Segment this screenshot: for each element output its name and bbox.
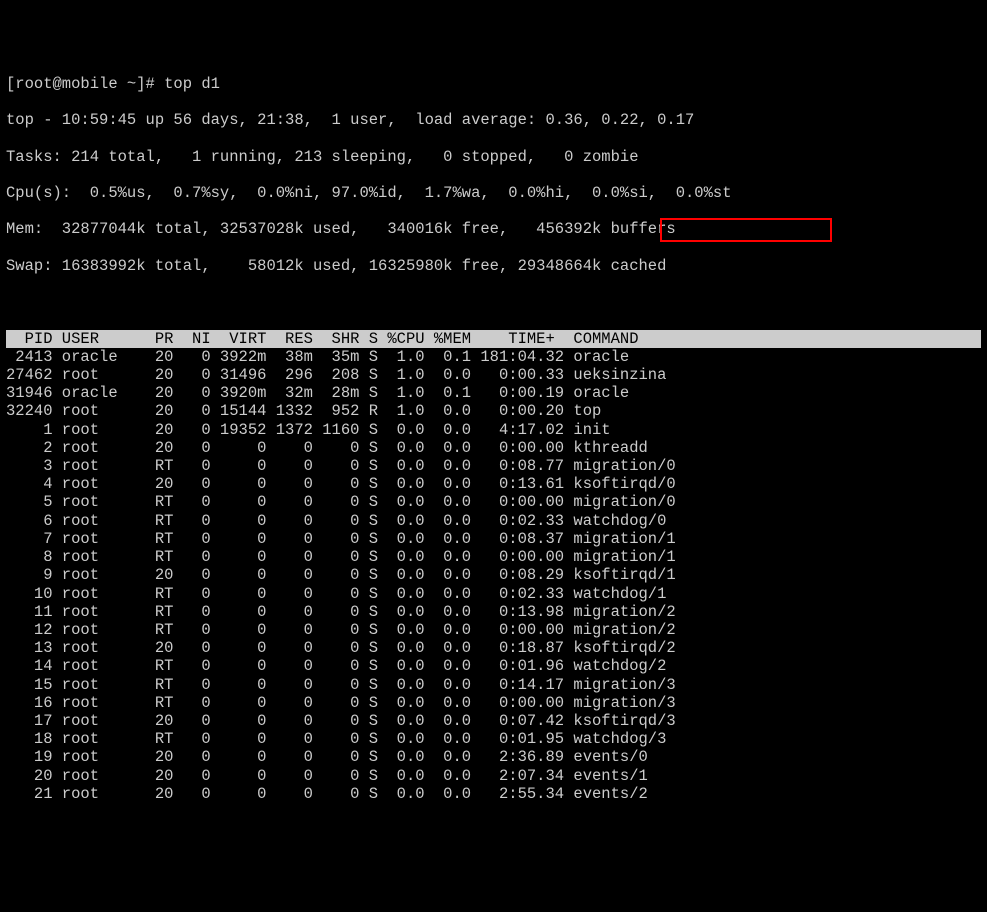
process-row: 5 root RT 0 0 0 0 S 0.0 0.0 0:00.00 migr… — [6, 493, 987, 511]
process-row: 17 root 20 0 0 0 0 S 0.0 0.0 0:07.42 kso… — [6, 712, 987, 730]
process-row: 4 root 20 0 0 0 0 S 0.0 0.0 0:13.61 ksof… — [6, 475, 987, 493]
process-row: 27462 root 20 0 31496 296 208 S 1.0 0.0 … — [6, 366, 987, 384]
process-list: 2413 oracle 20 0 3922m 38m 35m S 1.0 0.1… — [6, 348, 987, 803]
terminal-output: [root@mobile ~]# top d1 top - 10:59:45 u… — [0, 55, 987, 840]
process-row: 16 root RT 0 0 0 0 S 0.0 0.0 0:00.00 mig… — [6, 694, 987, 712]
process-row: 14 root RT 0 0 0 0 S 0.0 0.0 0:01.96 wat… — [6, 657, 987, 675]
process-row: 8 root RT 0 0 0 0 S 0.0 0.0 0:00.00 migr… — [6, 548, 987, 566]
process-row: 31946 oracle 20 0 3920m 32m 28m S 1.0 0.… — [6, 384, 987, 402]
process-row: 12 root RT 0 0 0 0 S 0.0 0.0 0:00.00 mig… — [6, 621, 987, 639]
process-row: 7 root RT 0 0 0 0 S 0.0 0.0 0:08.37 migr… — [6, 530, 987, 548]
process-row: 15 root RT 0 0 0 0 S 0.0 0.0 0:14.17 mig… — [6, 676, 987, 694]
summary-mem: Mem: 32877044k total, 32537028k used, 34… — [6, 220, 987, 238]
process-row: 2413 oracle 20 0 3922m 38m 35m S 1.0 0.1… — [6, 348, 987, 366]
process-row: 2 root 20 0 0 0 0 S 0.0 0.0 0:00.00 kthr… — [6, 439, 987, 457]
summary-swap: Swap: 16383992k total, 58012k used, 1632… — [6, 257, 987, 275]
summary-cpu: Cpu(s): 0.5%us, 0.7%sy, 0.0%ni, 97.0%id,… — [6, 184, 987, 202]
process-row: 20 root 20 0 0 0 0 S 0.0 0.0 2:07.34 eve… — [6, 767, 987, 785]
process-row: 3 root RT 0 0 0 0 S 0.0 0.0 0:08.77 migr… — [6, 457, 987, 475]
process-row: 6 root RT 0 0 0 0 S 0.0 0.0 0:02.33 watc… — [6, 512, 987, 530]
process-row: 13 root 20 0 0 0 0 S 0.0 0.0 0:18.87 kso… — [6, 639, 987, 657]
process-row: 9 root 20 0 0 0 0 S 0.0 0.0 0:08.29 ksof… — [6, 566, 987, 584]
process-row: 32240 root 20 0 15144 1332 952 R 1.0 0.0… — [6, 402, 987, 420]
process-row: 21 root 20 0 0 0 0 S 0.0 0.0 2:55.34 eve… — [6, 785, 987, 803]
summary-tasks: Tasks: 214 total, 1 running, 213 sleepin… — [6, 148, 987, 166]
process-row: 11 root RT 0 0 0 0 S 0.0 0.0 0:13.98 mig… — [6, 603, 987, 621]
process-row: 1 root 20 0 19352 1372 1160 S 0.0 0.0 4:… — [6, 421, 987, 439]
blank-line — [6, 293, 987, 311]
prompt-line: [root@mobile ~]# top d1 — [6, 75, 987, 93]
process-row: 10 root RT 0 0 0 0 S 0.0 0.0 0:02.33 wat… — [6, 585, 987, 603]
column-header: PID USER PR NI VIRT RES SHR S %CPU %MEM … — [6, 330, 981, 348]
summary-time: top - 10:59:45 up 56 days, 21:38, 1 user… — [6, 111, 987, 129]
process-row: 19 root 20 0 0 0 0 S 0.0 0.0 2:36.89 eve… — [6, 748, 987, 766]
process-row: 18 root RT 0 0 0 0 S 0.0 0.0 0:01.95 wat… — [6, 730, 987, 748]
